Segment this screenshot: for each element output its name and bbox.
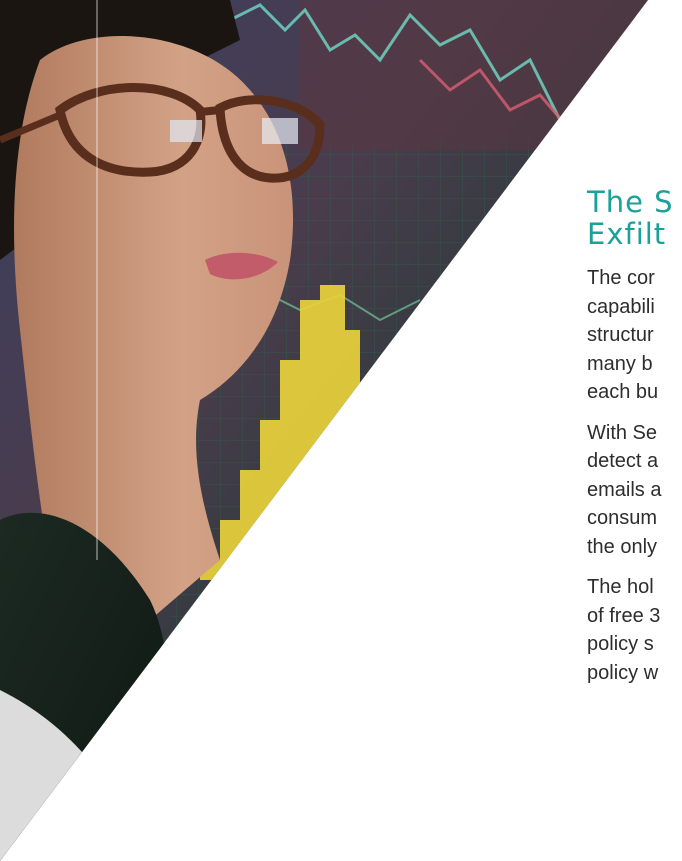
hero-photo [0,0,648,861]
article-content: The S Exfilt The cor capabili structur m… [587,186,682,699]
text-line: The cor [587,267,655,289]
text-line: consum [587,507,658,529]
text-line: With Se [587,421,658,444]
text-line: capabili [587,295,655,318]
text-line: detect a [587,450,659,472]
page: The S Exfilt The cor capabili structur m… [0,0,682,861]
text-line: structur [587,324,654,346]
heading-line: Exfilt [587,217,667,251]
paragraph-3: The hol of free 3 policy s policy w [587,573,682,687]
text-line: many b [587,352,653,375]
text-line: policy w [587,661,659,684]
text-line: of free 3 [587,604,661,627]
text-line: the only [587,535,658,558]
text-line: each bu [587,381,659,403]
paragraph-1: The cor capabili structur many b each bu [587,264,682,407]
text-line: emails a [587,478,662,501]
text-line: The hol [587,576,654,598]
heading-line: The S [587,185,674,219]
article-heading: The S Exfilt [587,186,682,250]
paragraph-2: With Se detect a emails a consum the onl… [587,419,682,562]
text-line: policy s [587,633,654,655]
